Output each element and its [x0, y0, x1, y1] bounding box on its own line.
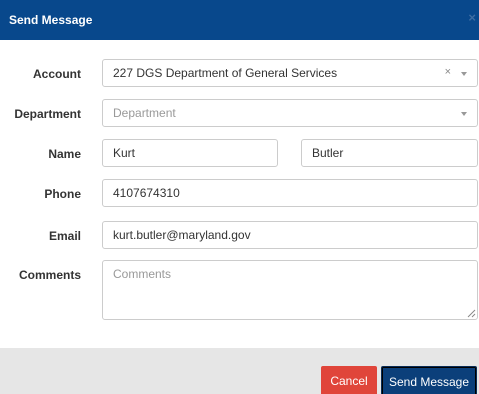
- department-select[interactable]: Department: [102, 99, 478, 127]
- dialog-title: Send Message: [9, 13, 93, 27]
- clear-selection-icon[interactable]: ×: [445, 60, 451, 85]
- phone-input[interactable]: [102, 179, 478, 207]
- account-selected-value: 227 DGS Department of General Services: [113, 66, 338, 80]
- email-label: Email: [48, 229, 81, 243]
- account-select[interactable]: 227 DGS Department of General Services ×: [102, 59, 478, 87]
- chevron-down-icon[interactable]: [461, 112, 467, 116]
- dialog-header: Send Message ×: [0, 0, 479, 40]
- send-message-dialog: Send Message × Account 227 DGS Departmen…: [0, 0, 479, 394]
- close-x-icon[interactable]: ×: [468, 10, 476, 25]
- resize-grip-icon[interactable]: [467, 309, 476, 318]
- comments-textarea[interactable]: [102, 260, 478, 320]
- department-placeholder: Department: [113, 106, 176, 120]
- account-label: Account: [33, 67, 81, 81]
- first-name-input[interactable]: [102, 139, 278, 167]
- cancel-button[interactable]: Cancel: [321, 366, 377, 394]
- phone-label: Phone: [44, 187, 81, 201]
- send-message-button[interactable]: Send Message: [381, 366, 477, 394]
- email-input[interactable]: [102, 221, 478, 249]
- name-label: Name: [48, 147, 81, 161]
- last-name-input[interactable]: [301, 139, 478, 167]
- department-label: Department: [14, 107, 81, 121]
- chevron-down-icon[interactable]: [461, 72, 467, 76]
- comments-label: Comments: [18, 268, 81, 282]
